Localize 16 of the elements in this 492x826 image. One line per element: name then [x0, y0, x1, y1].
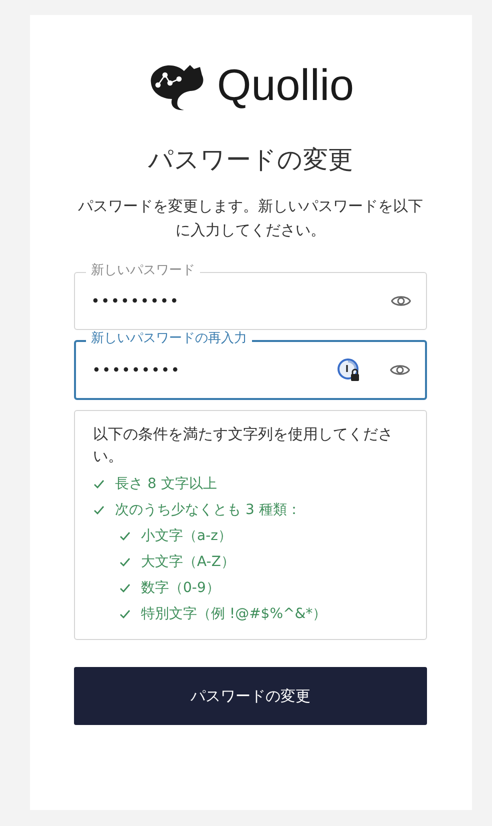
requirement-text: 大文字（A-Z） — [141, 553, 235, 571]
requirement-text: 特別文字（例 !@#$%^&*） — [141, 605, 327, 623]
password-input[interactable]: ••••••••• — [91, 292, 376, 310]
requirement-text: 次のうち少なくとも 3 種類： — [115, 501, 301, 519]
password-manager-icon[interactable] — [337, 358, 361, 382]
page-title: パスワードの変更 — [147, 144, 354, 176]
password-input[interactable]: ••••••••• — [92, 361, 323, 379]
requirements-text: 以下の条件を満たす文字列を使用してください。 — [93, 424, 394, 467]
field-label: 新しいパスワードの再入力 — [86, 331, 252, 347]
requirement-text: 数字（0-9） — [141, 579, 220, 597]
logo-text: Quollio — [217, 61, 354, 111]
requirement-text: 小文字（a-z） — [141, 527, 232, 545]
change-password-button[interactable]: パスワードの変更 — [74, 667, 427, 725]
description-text: パスワードを変更します。新しいパスワードを以下に入力してください。 — [77, 196, 424, 241]
field-label: 新しいパスワード — [86, 263, 200, 279]
requirement-text: 長さ 8 文字以上 — [115, 475, 217, 493]
